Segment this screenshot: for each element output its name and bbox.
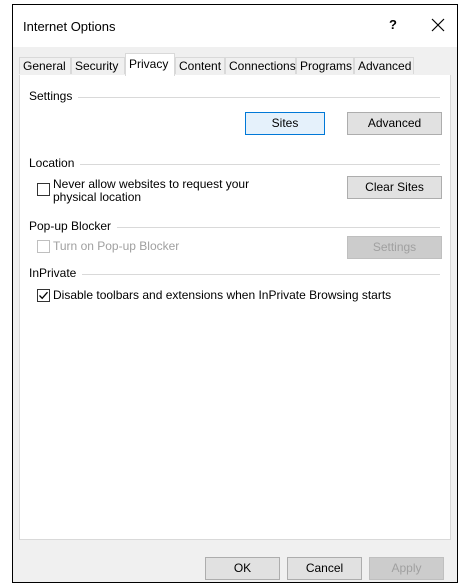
ok-button[interactable]: OK: [205, 557, 280, 580]
settings-group-header: Settings: [29, 89, 440, 103]
disable-toolbars-label: Disable toolbars and extensions when InP…: [53, 288, 392, 302]
turn-on-popup-blocker-label: Turn on Pop-up Blocker: [53, 239, 180, 253]
popup-blocker-heading: Pop-up Blocker: [29, 219, 118, 233]
never-allow-location-label: Never allow websites to request your phy…: [53, 178, 249, 204]
tab-security[interactable]: Security: [71, 57, 125, 74]
window-title: Internet Options: [23, 19, 116, 34]
apply-button[interactable]: Apply: [369, 557, 444, 580]
sites-button[interactable]: Sites: [245, 112, 325, 135]
cancel-button[interactable]: Cancel: [287, 557, 362, 580]
divider: [29, 164, 440, 165]
settings-heading: Settings: [29, 89, 79, 103]
tab-advanced[interactable]: Advanced: [354, 57, 414, 74]
never-allow-location-checkbox[interactable]: [37, 183, 50, 196]
privacy-panel: Settings Sites Advanced Location Never a…: [19, 75, 451, 540]
turn-on-popup-blocker-checkbox[interactable]: [37, 240, 50, 253]
divider: [29, 97, 440, 98]
help-button[interactable]: ?: [385, 17, 401, 35]
never-allow-location-label-line2: physical location: [53, 190, 142, 204]
tab-programs[interactable]: Programs: [296, 57, 354, 74]
tab-general[interactable]: General: [19, 57, 71, 74]
clear-sites-button[interactable]: Clear Sites: [347, 176, 442, 199]
inprivate-heading: InPrivate: [29, 266, 83, 280]
location-heading: Location: [29, 156, 81, 170]
popup-settings-button[interactable]: Settings: [347, 236, 442, 259]
tab-strip: General Security Privacy Content Connect…: [19, 53, 451, 76]
close-icon: [431, 18, 445, 32]
advanced-settings-button[interactable]: Advanced: [347, 112, 442, 135]
popup-blocker-group-header: Pop-up Blocker: [29, 219, 440, 233]
internet-options-dialog: Internet Options ? General Security Priv…: [12, 4, 458, 583]
inprivate-group-header: InPrivate: [29, 266, 440, 280]
divider: [29, 274, 440, 275]
title-bar: Internet Options ?: [13, 5, 457, 47]
tab-privacy[interactable]: Privacy: [125, 53, 175, 76]
disable-toolbars-checkbox[interactable]: [37, 289, 50, 302]
checkmark-icon: [39, 291, 48, 300]
close-button[interactable]: [429, 14, 447, 36]
tab-content[interactable]: Content: [175, 57, 225, 74]
tab-connections[interactable]: Connections: [225, 57, 296, 74]
location-group-header: Location: [29, 156, 440, 170]
